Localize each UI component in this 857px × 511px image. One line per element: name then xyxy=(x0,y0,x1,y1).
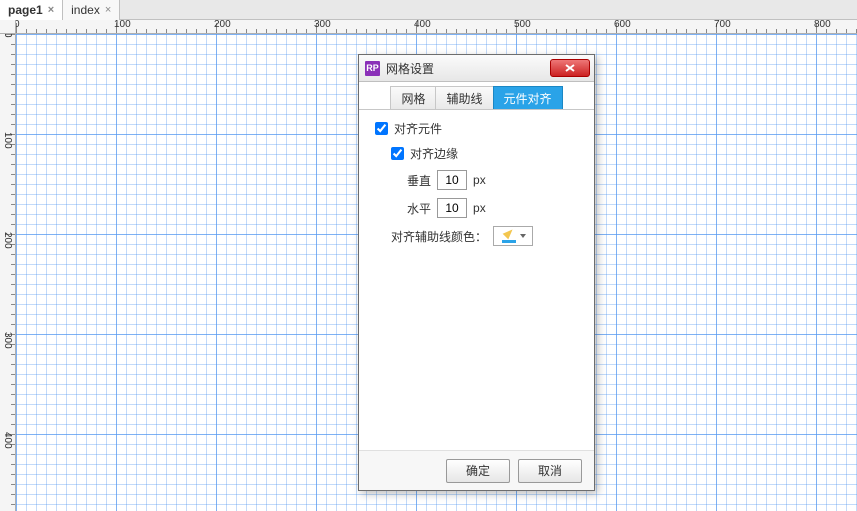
dialog-footer: 确定 取消 xyxy=(359,450,594,490)
ruler-h-label: 0 xyxy=(16,20,20,30)
align-edge-label: 对齐边缘 xyxy=(410,145,458,162)
align-component-row: 对齐元件 xyxy=(375,120,578,137)
file-tab-label: page1 xyxy=(8,3,43,17)
pencil-icon xyxy=(501,228,517,244)
ruler-v-label: 100 xyxy=(2,132,13,149)
ruler-h-label: 800 xyxy=(814,20,831,30)
ruler-v-label: 200 xyxy=(2,232,13,249)
chevron-down-icon xyxy=(520,234,526,238)
vertical-input[interactable] xyxy=(437,170,467,190)
vertical-row: 垂直 px xyxy=(375,170,578,190)
file-tab[interactable]: index × xyxy=(63,0,120,20)
dialog-title: 网格设置 xyxy=(386,60,550,77)
close-icon[interactable]: × xyxy=(48,4,54,16)
align-component-label: 对齐元件 xyxy=(394,120,442,137)
ruler-h-label: 500 xyxy=(514,20,531,30)
horizontal-input[interactable] xyxy=(437,198,467,218)
cancel-button[interactable]: 取消 xyxy=(518,459,582,483)
file-tab-label: index xyxy=(71,3,100,17)
file-tab[interactable]: page1 × xyxy=(0,0,63,20)
dialog-tabs: 网格辅助线元件对齐 xyxy=(359,82,594,110)
close-button[interactable] xyxy=(550,59,590,77)
guide-color-row: 对齐辅助线颜色： xyxy=(375,226,578,246)
align-edge-row: 对齐边缘 xyxy=(375,145,578,162)
align-component-checkbox[interactable] xyxy=(375,122,388,135)
grid-settings-dialog: RP 网格设置 网格辅助线元件对齐 对齐元件 对齐边缘 垂直 px 水平 px xyxy=(358,54,595,491)
color-picker[interactable] xyxy=(493,226,533,246)
ruler-h-label: 600 xyxy=(614,20,631,30)
ok-button[interactable]: 确定 xyxy=(446,459,510,483)
ruler-h-label: 100 xyxy=(114,20,131,30)
dialog-tab[interactable]: 网格 xyxy=(390,86,436,109)
px-label-2: px xyxy=(473,201,486,215)
dialog-body: 对齐元件 对齐边缘 垂直 px 水平 px 对齐辅助线颜色： xyxy=(359,110,594,450)
app-icon: RP xyxy=(365,61,380,76)
ruler-v-label: 300 xyxy=(2,332,13,349)
px-label: px xyxy=(473,173,486,187)
ruler-vertical[interactable]: 0 100 200 300 400 xyxy=(0,34,16,511)
close-icon xyxy=(563,63,577,73)
ruler-v-label: 0 xyxy=(2,34,13,38)
ruler-h-label: 300 xyxy=(314,20,331,30)
dialog-tab[interactable]: 辅助线 xyxy=(435,86,493,109)
align-edge-checkbox[interactable] xyxy=(391,147,404,160)
horizontal-row: 水平 px xyxy=(375,198,578,218)
horizontal-label: 水平 xyxy=(407,200,431,217)
ruler-corner xyxy=(0,20,16,34)
ruler-horizontal[interactable]: 0 100 200 300 400 500 600 700 800 xyxy=(16,20,857,34)
file-tab-bar: page1 × index × xyxy=(0,0,857,20)
dialog-tab[interactable]: 元件对齐 xyxy=(493,86,563,109)
ruler-h-label: 700 xyxy=(714,20,731,30)
dialog-titlebar[interactable]: RP 网格设置 xyxy=(359,55,594,82)
guide-color-label: 对齐辅助线颜色： xyxy=(391,228,487,245)
close-icon[interactable]: × xyxy=(105,4,111,16)
ruler-v-label: 400 xyxy=(2,432,13,449)
vertical-label: 垂直 xyxy=(407,172,431,189)
ruler-h-label: 200 xyxy=(214,20,231,30)
ruler-h-label: 400 xyxy=(414,20,431,30)
